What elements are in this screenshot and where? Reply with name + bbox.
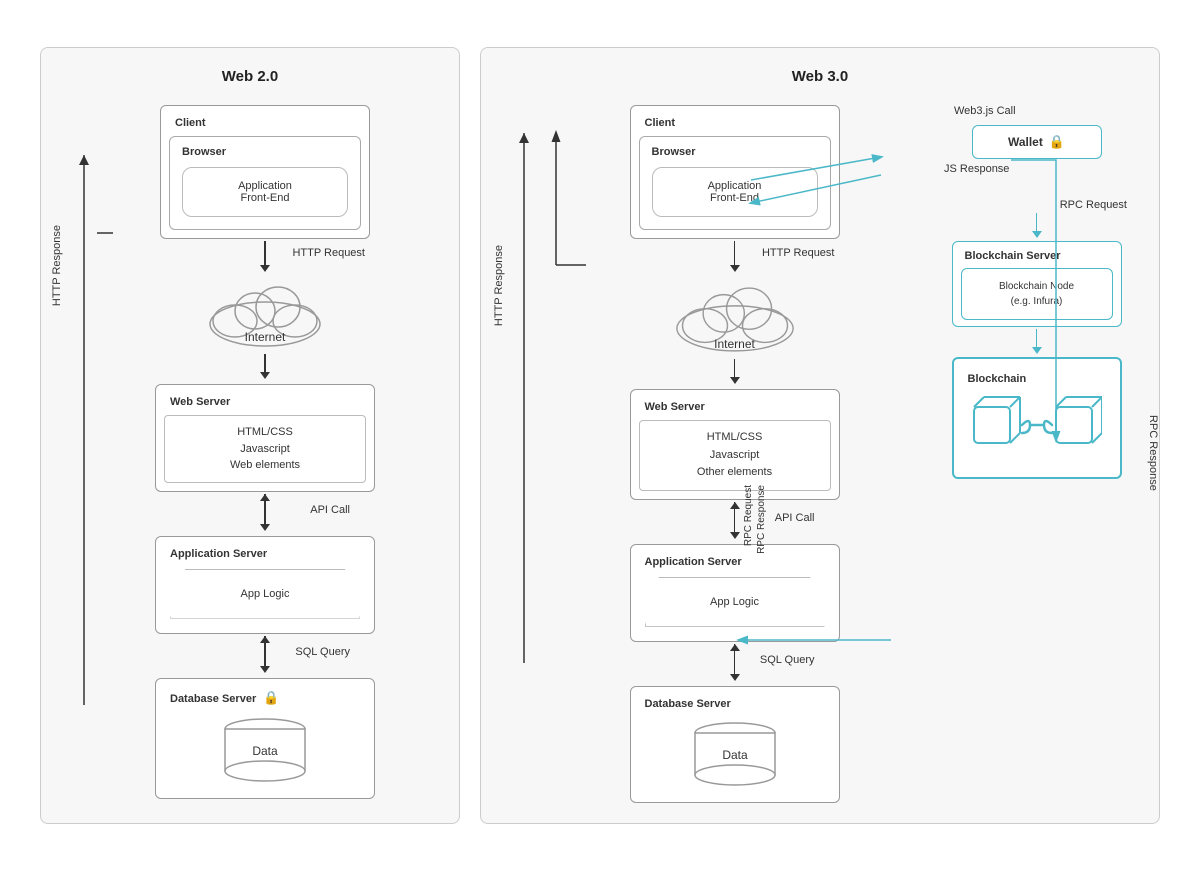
web3-http-request-arrow: HTTP Request xyxy=(730,239,740,279)
web3-browser-box: Browser ApplicationFront-End xyxy=(639,136,831,230)
web2-webserver-box: Web Server HTML/CSSJavascriptWeb element… xyxy=(155,384,375,492)
web2-webserver-label: Web Server xyxy=(164,393,366,411)
web3-blockchain-icon xyxy=(972,395,1102,460)
svg-text:Data: Data xyxy=(722,748,748,762)
web3-appserver-label: Application Server xyxy=(639,553,831,571)
web2-dbserver-box: Database Server 🔒 Data xyxy=(155,678,375,799)
web3-wallet-lock-icon: 🔒 xyxy=(1049,134,1065,150)
web3-rpc-request-side-label: RPC Request xyxy=(743,485,754,546)
web2-http-request-label: HTTP Request xyxy=(292,247,365,259)
svg-text:Data: Data xyxy=(252,744,278,758)
web2-browser-label: Browser xyxy=(176,143,354,161)
web3-client-box: Client Browser ApplicationFront-End xyxy=(630,105,840,239)
web3-webserver-box: Web Server HTML/CSSJavascriptOther eleme… xyxy=(630,389,840,500)
web2-internet-label: Internet xyxy=(245,330,286,344)
web2-internet-cloud: Internet xyxy=(190,279,340,354)
web3-api-call-label: API Call xyxy=(775,512,815,524)
web3-sql-label: SQL Query xyxy=(760,654,815,666)
web3-blockchain-node-box: Blockchain Node(e.g. Infura) xyxy=(961,268,1113,320)
web3-arrow-after-cloud xyxy=(730,359,740,389)
web3-web3js-label: Web3.js Call xyxy=(954,105,1016,117)
web3-frontend-label: ApplicationFront-End xyxy=(708,180,762,204)
web3-rpc-request-label: RPC Request xyxy=(1060,199,1127,211)
web2-appserver-label: Application Server xyxy=(164,545,366,563)
web2-dbserver-label: Database Server 🔒 xyxy=(164,687,366,709)
main-container: Web 2.0 HTTP Response Client Browser App… xyxy=(20,27,1180,844)
web2-applogic-label: App Logic xyxy=(241,588,290,600)
web3-title: Web 3.0 xyxy=(511,68,1129,85)
web2-api-call-arrow: API Call xyxy=(260,492,270,536)
web3-rpc-arrow-down xyxy=(1032,211,1042,241)
web2-browser-box: Browser ApplicationFront-End xyxy=(169,136,361,230)
web3-blockchain-box: Blockchain xyxy=(952,357,1122,479)
web3-webserver-label: Web Server xyxy=(639,398,831,416)
web2-arrow2 xyxy=(260,354,270,384)
web2-client-label: Client xyxy=(169,114,361,132)
web3-sql-arrow: SQL Query xyxy=(730,642,740,686)
web3-frontend-box: ApplicationFront-End xyxy=(652,167,818,217)
web3-browser-label: Browser xyxy=(646,143,824,161)
web3-response-line xyxy=(523,133,525,713)
web3-http-response-label: HTTP Response xyxy=(493,245,505,326)
web3-arrow-to-blockchain xyxy=(1032,327,1042,357)
web2-frontend-label: ApplicationFront-End xyxy=(238,180,292,204)
web2-panel: Web 2.0 HTTP Response Client Browser App… xyxy=(40,47,460,824)
web3-appserver-box: Application Server App Logic xyxy=(630,544,840,642)
web3-api-call-arrow: API Call xyxy=(730,500,740,544)
web2-title: Web 2.0 xyxy=(71,68,429,85)
web3-left-col: Client Browser ApplicationFront-End HTTP… xyxy=(511,105,928,803)
web3-js-response-label: JS Response xyxy=(944,163,1009,175)
web2-api-call-label: API Call xyxy=(310,504,350,516)
web3-blockchain-server-label: Blockchain Server xyxy=(961,248,1113,264)
web3-http-request-label: HTTP Request xyxy=(762,247,835,259)
web3-client-label: Client xyxy=(639,114,831,132)
web3-applogic-box: App Logic xyxy=(645,577,825,627)
web2-http-response-label: HTTP Response xyxy=(51,225,63,306)
web3-blockchain-label: Blockchain xyxy=(968,373,1106,385)
web3-right-col: Web3.js Call Wallet 🔒 JS Response RPC Re… xyxy=(944,105,1129,479)
web3-applogic-label: App Logic xyxy=(710,596,759,608)
web3-wallet-box: Wallet 🔒 xyxy=(972,125,1102,159)
web3-rpc-response-far-label: RPC Response xyxy=(1147,415,1159,491)
web2-left-bracket xyxy=(83,133,113,673)
web2-http-request-arrow: HTTP Request xyxy=(260,239,270,279)
web3-db-cylinder: Data xyxy=(639,713,831,794)
web3-webserver-content: HTML/CSSJavascriptOther elements xyxy=(639,420,831,491)
web2-client-box: Client Browser ApplicationFront-End xyxy=(160,105,370,239)
web2-applogic-box: App Logic xyxy=(170,569,360,619)
web2-sql-arrow: SQL Query xyxy=(260,634,270,678)
web3-dbserver-label: Database Server xyxy=(639,695,831,713)
web2-db-cylinder: Data xyxy=(164,709,366,790)
web2-frontend-box: ApplicationFront-End xyxy=(182,167,348,217)
web2-sql-label: SQL Query xyxy=(295,646,350,658)
web3-internet-cloud: Internet xyxy=(660,279,810,359)
web3-panel: Web 3.0 RPC Response HTTP Response Cl xyxy=(480,47,1160,824)
web3-wallet-label: Wallet xyxy=(1008,135,1043,149)
web3-blockchain-server-box: Blockchain Server Blockchain Node(e.g. I… xyxy=(952,241,1122,327)
web3-rpc-response-side-label: RPC Response xyxy=(756,485,767,554)
web3-internet-label: Internet xyxy=(714,337,755,351)
web3-dbserver-box: Database Server Data xyxy=(630,686,840,803)
web2-appserver-box: Application Server App Logic xyxy=(155,536,375,634)
web2-webserver-content: HTML/CSSJavascriptWeb elements xyxy=(164,415,366,483)
